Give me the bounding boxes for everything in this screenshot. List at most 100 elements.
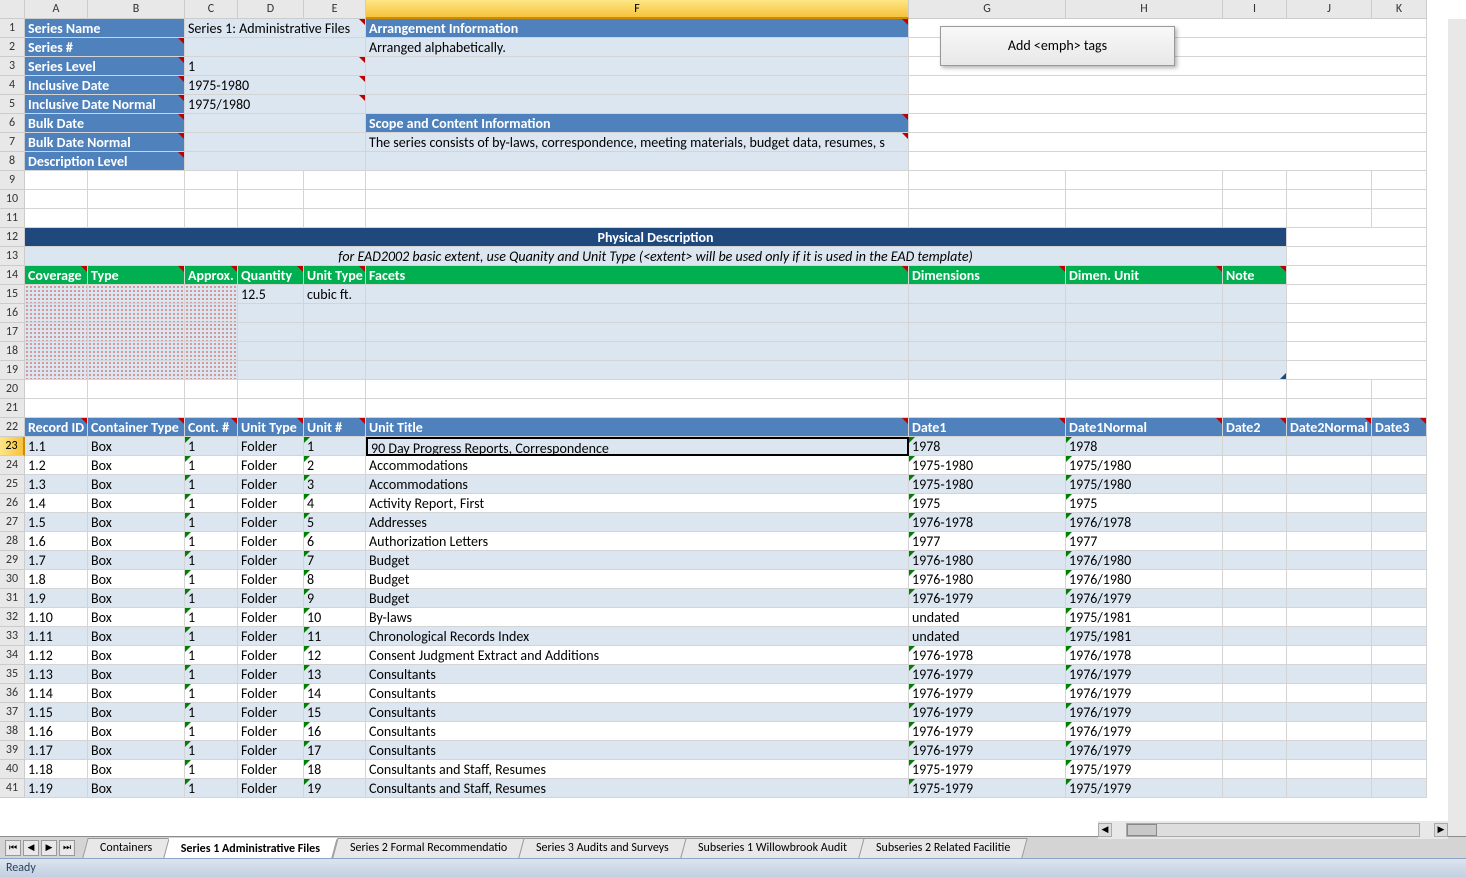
row-header-23[interactable]: 23	[0, 437, 25, 456]
cell-date1[interactable]: undated	[909, 627, 1066, 646]
cell-blank[interactable]	[185, 190, 238, 209]
cell-blank[interactable]	[909, 95, 1427, 114]
cell-unit-title[interactable]: Accommodations	[366, 475, 909, 494]
row-header-7[interactable]: 7	[0, 133, 25, 152]
cell-unit-type[interactable]: Folder	[238, 646, 304, 665]
row-header-39[interactable]: 39	[0, 741, 25, 760]
cell-dimensions[interactable]	[909, 285, 1066, 304]
cell-note[interactable]	[1223, 342, 1287, 361]
sheet-tab[interactable]: Series 2 Formal Recommendatio	[332, 838, 525, 858]
cell-cont-num[interactable]: 1	[185, 646, 238, 665]
cell-date1normal[interactable]: 1975/1981	[1066, 608, 1223, 627]
row-header-6[interactable]: 6	[0, 114, 25, 133]
cell-approx[interactable]	[185, 304, 238, 323]
hdr-quantity[interactable]: Quantity	[238, 266, 304, 285]
physical-description-note[interactable]: for EAD2002 basic extent, use Quanity an…	[25, 247, 1287, 266]
cell-dimen-unit[interactable]	[1066, 304, 1223, 323]
cell-record-id[interactable]: 1.13	[25, 665, 88, 684]
cell-record-id[interactable]: 1.11	[25, 627, 88, 646]
hdr-facets[interactable]: Facets	[366, 266, 909, 285]
hdr-record-id[interactable]: Record ID	[25, 418, 88, 437]
cell-blank[interactable]	[909, 133, 1427, 152]
cell-record-id[interactable]: 1.17	[25, 741, 88, 760]
cell-unit-title[interactable]: Activity Report, First	[366, 494, 909, 513]
cell-date3[interactable]	[1372, 437, 1427, 456]
col-header-D[interactable]: D	[238, 0, 304, 19]
cell-r3-f[interactable]	[366, 57, 909, 76]
cell-date2normal[interactable]	[1287, 741, 1372, 760]
cell-coverage[interactable]	[25, 285, 88, 304]
row-header-31[interactable]: 31	[0, 589, 25, 608]
cell-blank[interactable]	[238, 399, 304, 418]
cell-record-id[interactable]: 1.12	[25, 646, 88, 665]
cell-date2[interactable]	[1223, 551, 1287, 570]
cell-blank[interactable]	[1372, 209, 1427, 228]
scroll-right-icon[interactable]: ▶	[1434, 823, 1448, 837]
cell-unit-num[interactable]: 18	[304, 760, 366, 779]
cell-unit-num[interactable]: 4	[304, 494, 366, 513]
cell-facets[interactable]	[366, 304, 909, 323]
cell-cont-num[interactable]: 1	[185, 589, 238, 608]
cell-unit-num[interactable]: 7	[304, 551, 366, 570]
col-header-G[interactable]: G	[909, 0, 1066, 19]
cell-dimensions[interactable]	[909, 342, 1066, 361]
tab-first-icon[interactable]: ⏮	[5, 840, 21, 856]
cell-cont-num[interactable]: 1	[185, 608, 238, 627]
cell-date3[interactable]	[1372, 456, 1427, 475]
cell-date3[interactable]	[1372, 779, 1427, 798]
cell-unit-title[interactable]: Addresses	[366, 513, 909, 532]
cell-date1normal[interactable]: 1976/1979	[1066, 684, 1223, 703]
row-header-22[interactable]: 22	[0, 418, 25, 437]
label-r2-a[interactable]: Series #	[25, 38, 185, 57]
cell-unit-num[interactable]: 1	[304, 437, 366, 456]
row-header-37[interactable]: 37	[0, 703, 25, 722]
cell-approx[interactable]	[185, 285, 238, 304]
cell-unit-num[interactable]: 10	[304, 608, 366, 627]
cell-blank[interactable]	[238, 171, 304, 190]
cell-dimensions[interactable]	[909, 323, 1066, 342]
cell-record-id[interactable]: 1.9	[25, 589, 88, 608]
tab-prev-icon[interactable]: ◀	[23, 840, 39, 856]
value-r3-c[interactable]: 1	[185, 57, 366, 76]
cell-date1[interactable]: 1975-1979	[909, 760, 1066, 779]
cell-blank[interactable]	[1372, 171, 1427, 190]
cell-date1normal[interactable]: 1976/1979	[1066, 722, 1223, 741]
col-header-B[interactable]: B	[88, 0, 185, 19]
cell-unit-num[interactable]: 19	[304, 779, 366, 798]
row-header-2[interactable]: 2	[0, 38, 25, 57]
row-header-28[interactable]: 28	[0, 532, 25, 551]
cell-unit-num[interactable]: 16	[304, 722, 366, 741]
row-header-11[interactable]: 11	[0, 209, 25, 228]
cell-unit-title[interactable]: Consultants and Staff, Resumes	[366, 760, 909, 779]
cell-r4-f[interactable]	[366, 76, 909, 95]
cell-date1normal[interactable]: 1978	[1066, 437, 1223, 456]
cell-unit-type[interactable]: Folder	[238, 494, 304, 513]
cell-date2[interactable]	[1223, 665, 1287, 684]
hdr-unit-type[interactable]: Unit Type	[238, 418, 304, 437]
cell-cont-num[interactable]: 1	[185, 703, 238, 722]
cell-blank[interactable]	[366, 399, 909, 418]
cell-container-type[interactable]: Box	[88, 589, 185, 608]
col-header-F[interactable]: F	[366, 0, 909, 19]
cell-record-id[interactable]: 1.1	[25, 437, 88, 456]
cell-record-id[interactable]: 1.15	[25, 703, 88, 722]
cell-unit-title[interactable]: Consultants	[366, 703, 909, 722]
cell-r6-f[interactable]: Scope and Content Information	[366, 114, 909, 133]
cell-unit-num[interactable]: 13	[304, 665, 366, 684]
cell-record-id[interactable]: 1.6	[25, 532, 88, 551]
cell-blank[interactable]	[1287, 323, 1427, 342]
label-r8-a[interactable]: Description Level	[25, 152, 185, 171]
cell-unit-type[interactable]: Folder	[238, 589, 304, 608]
cell-blank[interactable]	[909, 380, 1066, 399]
cell-blank[interactable]	[1287, 247, 1427, 266]
cell-date1[interactable]: 1976-1979	[909, 722, 1066, 741]
cell-date3[interactable]	[1372, 570, 1427, 589]
cell-container-type[interactable]: Box	[88, 741, 185, 760]
cell-date2normal[interactable]	[1287, 703, 1372, 722]
cell-unit-type[interactable]: Folder	[238, 551, 304, 570]
cell-note[interactable]	[1223, 323, 1287, 342]
cell-date3[interactable]	[1372, 532, 1427, 551]
cell-approx[interactable]	[185, 342, 238, 361]
cell-date3[interactable]	[1372, 665, 1427, 684]
cell-unit-num[interactable]: 3	[304, 475, 366, 494]
